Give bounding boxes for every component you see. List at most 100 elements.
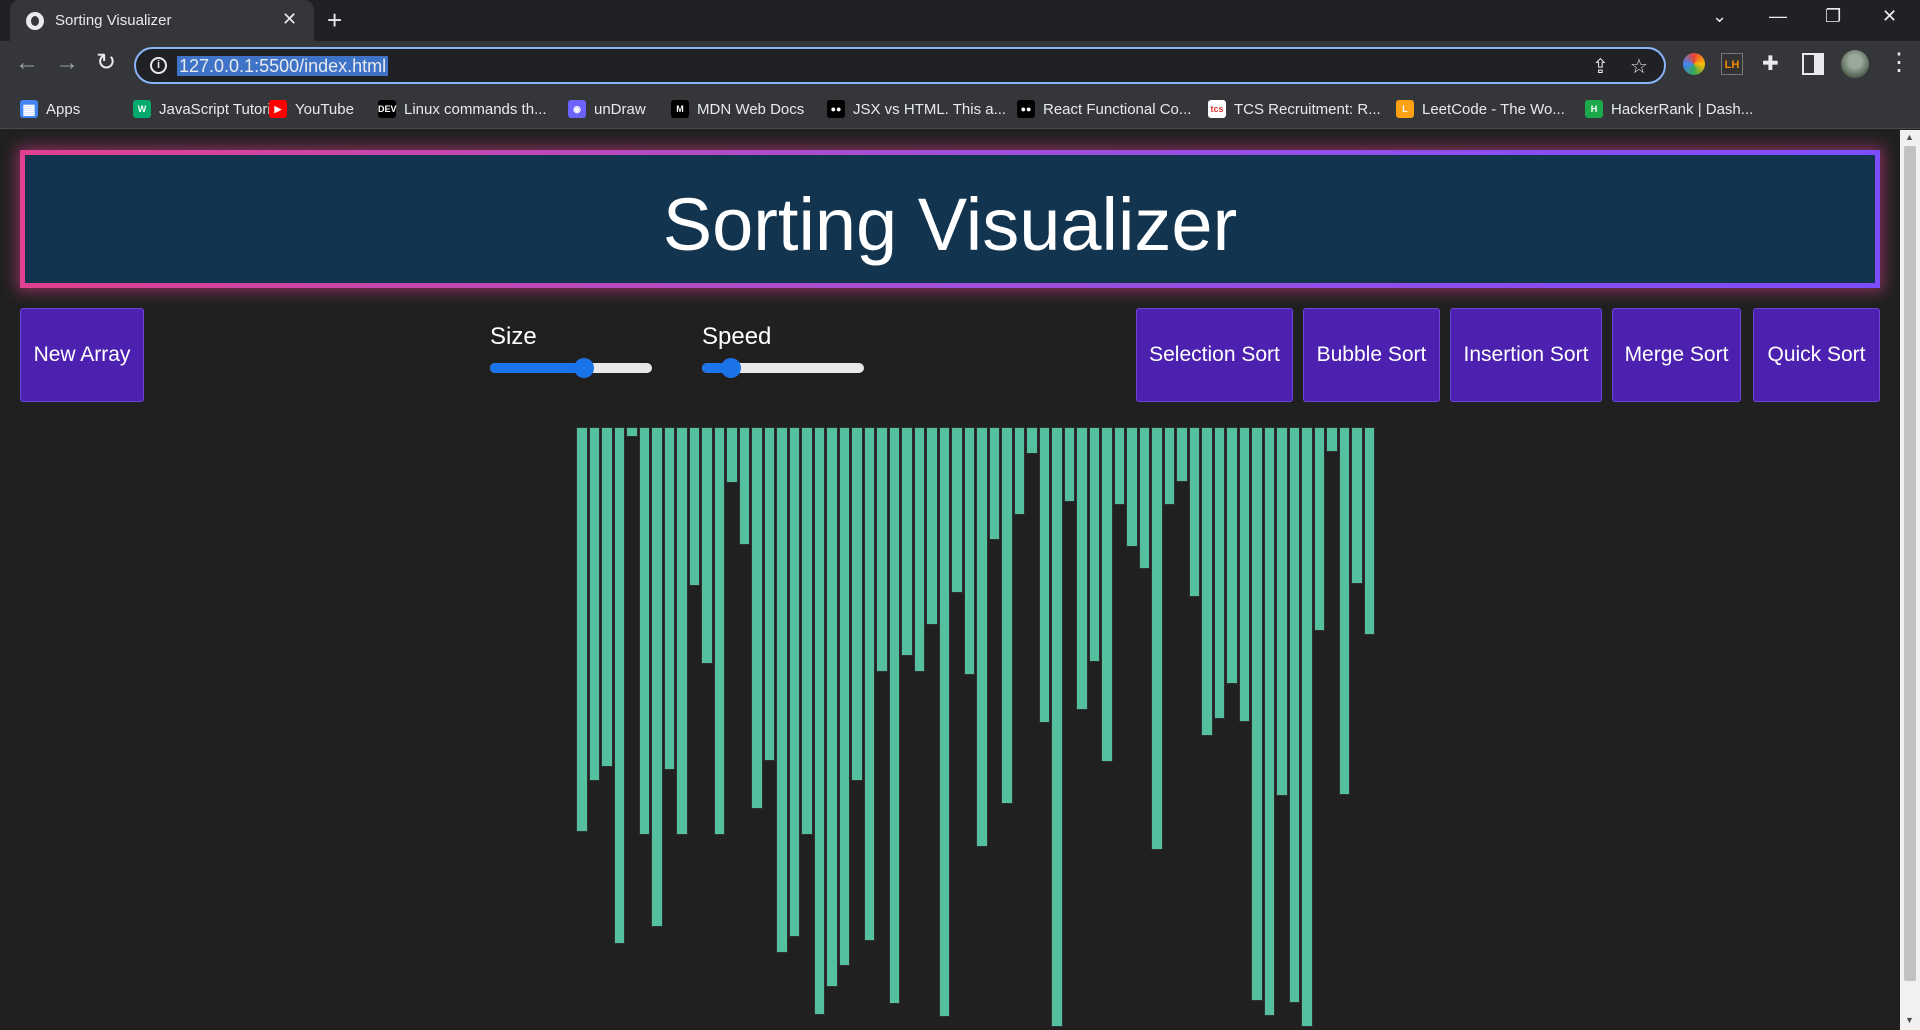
array-bar	[863, 427, 875, 941]
array-bar	[1351, 427, 1363, 584]
page-content: Sorting Visualizer New Array Size Speed …	[0, 130, 1900, 1030]
side-panel-icon[interactable]	[1802, 53, 1824, 75]
size-label: Size	[490, 323, 537, 350]
array-bar	[751, 427, 763, 809]
back-button[interactable]: ←	[15, 49, 39, 77]
array-bar	[1188, 427, 1200, 597]
minimize-button[interactable]: —	[1769, 6, 1787, 27]
array-bar	[1288, 427, 1300, 1003]
array-bar	[763, 427, 775, 761]
color-picker-extension-icon[interactable]	[1683, 53, 1705, 75]
array-bar	[663, 427, 675, 770]
undraw-icon: ◉	[568, 100, 586, 118]
bubble-sort-button[interactable]: Bubble Sort	[1303, 308, 1440, 402]
bookmark-label: TCS Recruitment: R...	[1234, 100, 1381, 118]
bookmark-label: HackerRank | Dash...	[1611, 100, 1754, 118]
bookmark-medium[interactable]: ●● React Functional Co...	[1017, 98, 1191, 120]
bookmark-apps[interactable]: ▦ Apps	[20, 98, 80, 120]
array-bar	[1338, 427, 1350, 795]
globe-icon	[26, 12, 44, 30]
bookmark-label: JSX vs HTML. This a...	[853, 100, 1007, 118]
array-bar	[938, 427, 950, 1017]
forward-button[interactable]: →	[55, 49, 79, 77]
array-bar	[1326, 427, 1338, 452]
bookmarks-bar: ▦ Apps W JavaScript Tutorial ▶ YouTube DEV Linu…	[0, 89, 1920, 129]
quick-sort-button[interactable]: Quick Sort	[1753, 308, 1880, 402]
size-slider-fill	[490, 363, 584, 373]
bookmark-leetcode[interactable]: L LeetCode - The Wo...	[1396, 98, 1565, 120]
menu-icon[interactable]: ⋮	[1887, 49, 1911, 77]
selection-sort-button[interactable]: Selection Sort	[1136, 308, 1293, 402]
size-slider[interactable]	[490, 358, 652, 378]
bookmark-label: React Functional Co...	[1043, 100, 1192, 118]
array-bar	[688, 427, 700, 586]
avatar[interactable]	[1841, 50, 1869, 78]
url-text[interactable]: 127.0.0.1:5500/index.html	[177, 56, 389, 76]
bookmark-undraw[interactable]: ◉ unDraw	[568, 98, 646, 120]
array-bar	[826, 427, 838, 987]
array-bar	[876, 427, 888, 672]
insertion-sort-button[interactable]: Insertion Sort	[1450, 308, 1602, 402]
reload-button[interactable]: ↻	[96, 49, 116, 77]
bookmark-youtube[interactable]: ▶ YouTube	[269, 98, 354, 120]
scroll-down-icon[interactable]: ▼	[1905, 1015, 1914, 1025]
merge-sort-button[interactable]: Merge Sort	[1612, 308, 1741, 402]
array-bar	[1001, 427, 1013, 804]
mdn-icon: M	[671, 100, 689, 118]
info-icon[interactable]: i	[150, 57, 167, 74]
scroll-up-icon[interactable]: ▲	[1905, 132, 1914, 142]
array-bar	[813, 427, 825, 1015]
scroll-thumb[interactable]	[1904, 146, 1916, 981]
restore-button[interactable]: ❐	[1825, 6, 1841, 27]
address-bar[interactable]: i 127.0.0.1:5500/index.html ⇪ ☆	[134, 47, 1666, 84]
browser-tab[interactable]: Sorting Visualizer ✕	[10, 0, 314, 41]
new-array-button[interactable]: New Array	[20, 308, 144, 402]
array-bar	[1163, 427, 1175, 505]
array-bar	[626, 427, 638, 437]
array-bar	[1201, 427, 1213, 736]
w3schools-icon: W	[133, 100, 151, 118]
bookmark-tcs[interactable]: tcs TCS Recruitment: R...	[1208, 98, 1381, 120]
array-bar	[713, 427, 725, 835]
chevron-down-icon[interactable]: ⌄	[1712, 6, 1727, 27]
app-header: Sorting Visualizer	[20, 150, 1880, 288]
array-bar	[601, 427, 613, 767]
speed-slider-thumb[interactable]	[721, 358, 742, 378]
array-bar	[888, 427, 900, 1004]
bookmark-medium[interactable]: ●● JSX vs HTML. This a...	[827, 98, 1006, 120]
tab-title: Sorting Visualizer	[55, 12, 172, 29]
array-bar	[613, 427, 625, 944]
array-bar	[838, 427, 850, 966]
lighthouse-extension-icon[interactable]: LH	[1721, 53, 1743, 75]
bookmark-label: LeetCode - The Wo...	[1422, 100, 1565, 118]
speed-label: Speed	[702, 323, 772, 350]
array-bar	[1101, 427, 1113, 762]
bookmark-mdn[interactable]: M MDN Web Docs	[671, 98, 804, 120]
bookmark-w3schools[interactable]: W JavaScript Tutorial	[133, 98, 282, 120]
star-icon[interactable]: ☆	[1630, 54, 1648, 79]
close-window-button[interactable]: ✕	[1882, 6, 1897, 27]
tcs-icon: tcs	[1208, 100, 1226, 118]
array-bar	[801, 427, 813, 835]
array-bar	[1126, 427, 1138, 547]
bookmark-label: JavaScript Tutorial	[159, 100, 283, 118]
puzzle-icon[interactable]: ✚	[1762, 53, 1784, 75]
close-icon[interactable]: ✕	[282, 9, 297, 29]
youtube-icon: ▶	[269, 100, 287, 118]
array-bar	[1263, 427, 1275, 1016]
speed-slider[interactable]	[702, 358, 864, 378]
size-slider-thumb[interactable]	[573, 358, 594, 378]
array-bar	[1076, 427, 1088, 710]
share-icon[interactable]: ⇪	[1592, 54, 1609, 79]
bookmark-label: Linux commands th...	[404, 100, 547, 118]
bookmark-dev[interactable]: DEV Linux commands th...	[378, 98, 547, 120]
new-tab-button[interactable]: +	[327, 6, 342, 34]
bookmark-hackerrank[interactable]: H HackerRank | Dash...	[1585, 98, 1753, 120]
array-bar	[776, 427, 788, 953]
page-scrollbar[interactable]: ▲ ▼	[1900, 130, 1920, 1030]
array-bar	[976, 427, 988, 847]
array-bar	[1238, 427, 1250, 722]
array-bar	[1113, 427, 1125, 505]
array-bar	[988, 427, 1000, 540]
array-bar	[1226, 427, 1238, 684]
